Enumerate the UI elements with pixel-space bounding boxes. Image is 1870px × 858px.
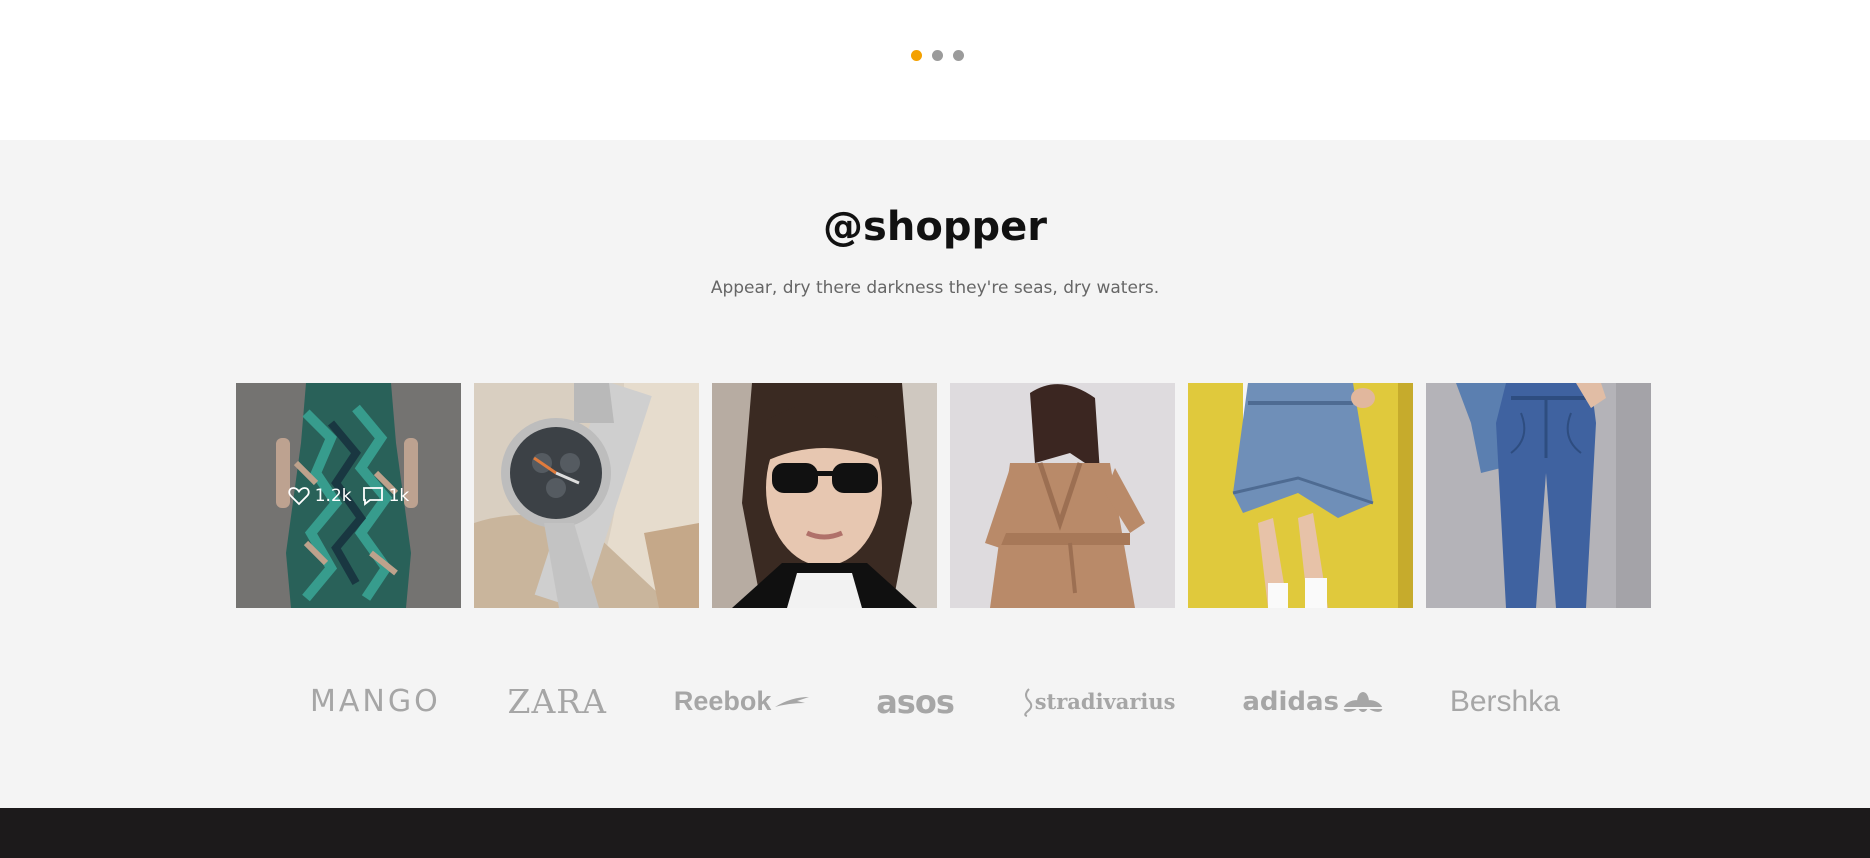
comments-count: 1k <box>388 485 410 506</box>
reebok-wordmark: Reebok <box>673 686 772 716</box>
treble-clef-icon <box>1023 687 1032 717</box>
jeans-image <box>1426 383 1651 608</box>
brand-logo-stradivarius[interactable]: stradivarius <box>1021 687 1176 717</box>
heart-icon[interactable] <box>288 486 310 506</box>
comment-icon[interactable] <box>362 486 384 506</box>
brand-logo-mango[interactable]: MANGO <box>310 684 441 719</box>
stradivarius-wordmark: stradivarius <box>1034 689 1176 714</box>
insta-overlay: 1.2k 1k <box>236 383 461 608</box>
brand-logo-reebok[interactable]: Reebok <box>674 686 810 717</box>
instagram-section: @shopper Appear, dry there darkness they… <box>0 140 1870 808</box>
slider-pagination <box>911 50 964 61</box>
brand-logo-asos[interactable]: asos <box>876 683 955 721</box>
slider-dot-3[interactable] <box>953 50 964 61</box>
sunglasses-image <box>712 383 937 608</box>
brand-logo-bershka[interactable]: Bershka <box>1450 685 1560 719</box>
adidas-wordmark: adidas <box>1242 686 1340 717</box>
insta-tile-dress[interactable]: 1.2k 1k <box>236 383 461 608</box>
instagram-subtitle: Appear, dry there darkness they're seas,… <box>710 278 1160 298</box>
insta-tile-coat[interactable] <box>950 383 1175 608</box>
slider-section <box>0 0 1870 140</box>
likes-count: 1.2k <box>314 485 352 506</box>
insta-tile-sunglasses[interactable] <box>712 383 937 608</box>
insta-tile-watch[interactable] <box>474 383 699 608</box>
slider-dot-1[interactable] <box>911 50 922 61</box>
skirt-image <box>1188 383 1413 608</box>
insta-tile-skirt[interactable] <box>1188 383 1413 608</box>
reebok-vector-icon <box>775 696 810 707</box>
instagram-handle[interactable]: @shopper <box>0 204 1870 250</box>
slider-dot-2[interactable] <box>932 50 943 61</box>
brand-logo-adidas[interactable]: adidas <box>1242 686 1384 717</box>
insta-tile-jeans[interactable] <box>1426 383 1651 608</box>
coat-image <box>950 383 1175 608</box>
instagram-feed: 1.2k 1k <box>236 383 1651 608</box>
footer <box>0 808 1870 858</box>
trefoil-icon <box>1343 691 1384 712</box>
watch-image <box>474 383 699 608</box>
brand-logos: MANGO ZARA Reebok asos stradivarius adid… <box>310 682 1560 721</box>
brand-logo-zara[interactable]: ZARA <box>508 682 607 721</box>
